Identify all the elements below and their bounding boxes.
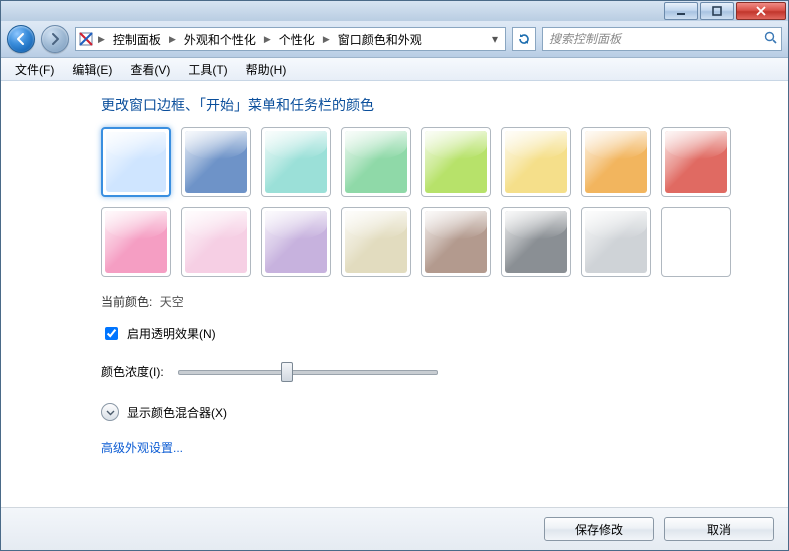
cancel-button[interactable]: 取消 [664, 517, 774, 541]
breadcrumb-seg-1[interactable]: 外观和个性化 [180, 31, 260, 48]
color-swatch-14[interactable] [581, 207, 651, 277]
chevron-down-icon [106, 408, 115, 417]
search-box[interactable] [542, 27, 782, 51]
intensity-label: 颜色浓度(I): [101, 363, 164, 380]
color-swatch-10[interactable] [261, 207, 331, 277]
caption-bar [1, 1, 788, 21]
current-color-row: 当前颜色: 天空 [101, 293, 788, 310]
menu-bar: 文件(F) 编辑(E) 查看(V) 工具(T) 帮助(H) [1, 58, 788, 81]
mixer-row: 显示颜色混合器(X) [101, 403, 788, 421]
chevron-right-icon: ▶ [167, 34, 178, 45]
window-frame: ▶ 控制面板 ▶ 外观和个性化 ▶ 个性化 ▶ 窗口颜色和外观 ▾ [0, 0, 789, 551]
search-input[interactable] [547, 31, 760, 47]
chevron-right-icon: ▶ [321, 34, 332, 45]
transparency-checkbox[interactable] [105, 327, 118, 340]
intensity-row: 颜色浓度(I): [101, 361, 788, 381]
chevron-right-icon: ▶ [96, 34, 107, 45]
color-swatch-6[interactable] [581, 127, 651, 197]
color-swatch-4[interactable] [421, 127, 491, 197]
color-swatch-2[interactable] [261, 127, 331, 197]
maximize-button[interactable] [700, 2, 734, 20]
advanced-appearance-link[interactable]: 高级外观设置... [101, 439, 788, 456]
breadcrumb[interactable]: ▶ 控制面板 ▶ 外观和个性化 ▶ 个性化 ▶ 窗口颜色和外观 ▾ [75, 27, 506, 51]
color-swatch-0[interactable] [101, 127, 171, 197]
breadcrumb-seg-3[interactable]: 窗口颜色和外观 [334, 31, 426, 48]
color-swatch-1[interactable] [181, 127, 251, 197]
color-swatch-3[interactable] [341, 127, 411, 197]
breadcrumb-dropdown-button[interactable]: ▾ [487, 32, 503, 46]
menu-file[interactable]: 文件(F) [7, 59, 62, 80]
current-color-label: 当前颜色: [101, 295, 152, 309]
chevron-right-icon: ▶ [262, 34, 273, 45]
color-swatch-9[interactable] [181, 207, 251, 277]
breadcrumb-seg-0[interactable]: 控制面板 [109, 31, 165, 48]
breadcrumb-seg-2[interactable]: 个性化 [275, 31, 319, 48]
transparency-row: 启用透明效果(N) [101, 324, 788, 343]
color-swatch-11[interactable] [341, 207, 411, 277]
color-swatch-12[interactable] [421, 207, 491, 277]
footer-bar: 保存修改 取消 [1, 507, 788, 550]
close-button[interactable] [736, 2, 786, 20]
slider-thumb[interactable] [281, 362, 293, 382]
expand-mixer-button[interactable] [101, 403, 119, 421]
refresh-button[interactable] [512, 27, 536, 51]
minimize-button[interactable] [664, 2, 698, 20]
menu-help[interactable]: 帮助(H) [238, 59, 295, 80]
color-swatch-8[interactable] [101, 207, 171, 277]
nav-forward-button[interactable] [41, 25, 69, 53]
intensity-slider[interactable] [178, 361, 438, 381]
menu-edit[interactable]: 编辑(E) [64, 59, 120, 80]
location-icon [78, 31, 94, 47]
color-swatch-5[interactable] [501, 127, 571, 197]
menu-view[interactable]: 查看(V) [122, 59, 178, 80]
nav-back-button[interactable] [7, 25, 35, 53]
search-icon [764, 31, 777, 47]
color-swatch-13[interactable] [501, 207, 571, 277]
content-area: 更改窗口边框、「开始」菜单和任务栏的颜色 当前颜色: 天空 启用透明效果(N) … [1, 81, 788, 507]
menu-tools[interactable]: 工具(T) [180, 59, 235, 80]
address-bar: ▶ 控制面板 ▶ 外观和个性化 ▶ 个性化 ▶ 窗口颜色和外观 ▾ [1, 21, 788, 58]
save-button[interactable]: 保存修改 [544, 517, 654, 541]
transparency-label[interactable]: 启用透明效果(N) [127, 325, 216, 342]
mixer-label[interactable]: 显示颜色混合器(X) [127, 404, 227, 421]
page-title: 更改窗口边框、「开始」菜单和任务栏的颜色 [101, 95, 788, 115]
color-swatch-15[interactable] [661, 207, 731, 277]
current-color-value: 天空 [160, 295, 184, 309]
color-swatch-grid [101, 127, 788, 277]
color-swatch-7[interactable] [661, 127, 731, 197]
